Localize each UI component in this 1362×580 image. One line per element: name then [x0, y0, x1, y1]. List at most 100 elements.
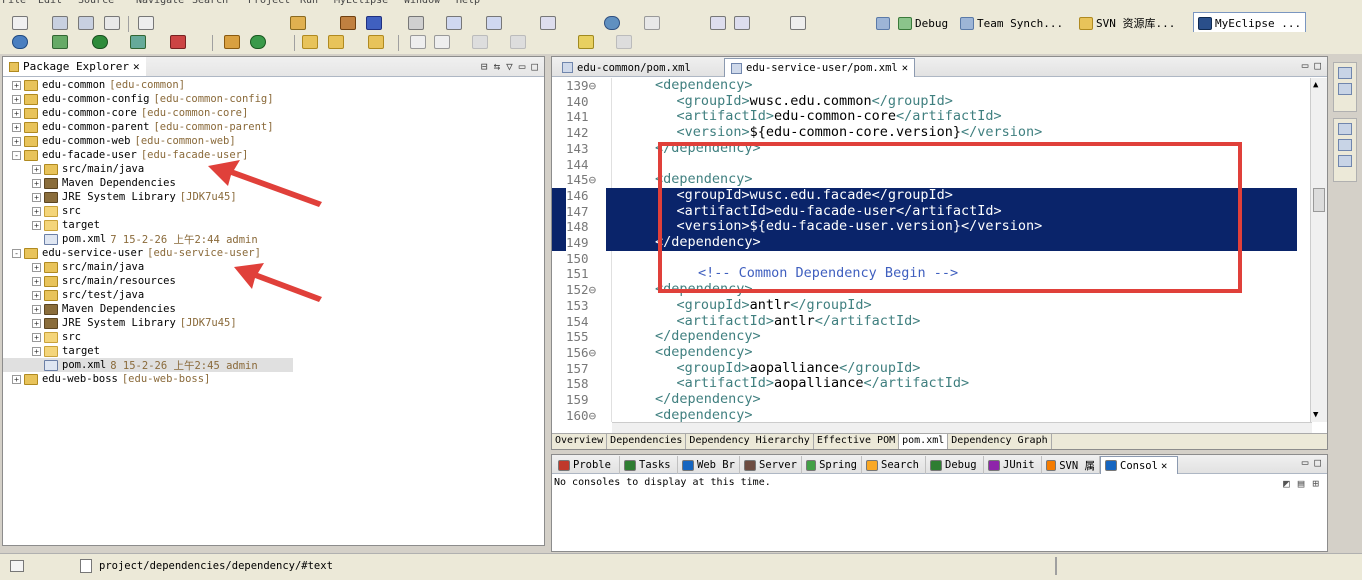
editor-tab-service-pom[interactable]: edu-service-user/pom.xml ✕ — [724, 58, 916, 77]
tree-item[interactable]: + target — [3, 218, 544, 232]
tree-item[interactable]: + JRE System Library [JDK7u45] — [3, 316, 544, 330]
expand-toggle-icon[interactable]: + — [32, 276, 41, 286]
pom-tab-dependency-hierarchy[interactable]: Dependency Hierarchy — [686, 434, 814, 449]
expand-toggle-icon[interactable]: + — [12, 80, 21, 90]
tree-item[interactable]: + edu-common-config [edu-common-config] — [3, 92, 544, 106]
scroll-up-icon[interactable]: ▲ — [1313, 80, 1318, 90]
restore-icon[interactable] — [1338, 67, 1352, 79]
task-icon[interactable] — [368, 35, 384, 49]
pom-tab-dependencies[interactable]: Dependencies — [607, 434, 687, 449]
minimize-icon[interactable]: ▭ — [519, 60, 526, 73]
collapse-all-icon[interactable]: ⊟ — [481, 60, 488, 73]
properties-icon[interactable] — [1338, 139, 1352, 151]
collapse-toggle-icon[interactable]: - — [12, 248, 21, 258]
pom-tab-dependency-graph[interactable]: Dependency Graph — [948, 434, 1052, 449]
close-icon[interactable]: ✕ — [902, 62, 908, 74]
panel-tab-8[interactable]: SVN 属 — [1042, 456, 1100, 474]
menu-window[interactable]: Window — [404, 0, 440, 6]
save-all-icon[interactable] — [78, 16, 94, 30]
run-config-icon[interactable] — [734, 16, 750, 30]
maximize-icon[interactable]: □ — [1314, 59, 1321, 72]
panel-tab-3[interactable]: Server — [740, 456, 802, 474]
tree-item[interactable]: + edu-common-web [edu-common-web] — [3, 134, 544, 148]
toggle-mark-icon[interactable] — [410, 35, 426, 49]
globe-icon[interactable] — [604, 16, 620, 30]
tree-item[interactable]: pom.xml 7 15-2-26 上午2:44 admin — [3, 232, 544, 246]
expand-toggle-icon[interactable]: + — [32, 290, 41, 300]
clear-console-icon[interactable]: ◩ — [1283, 477, 1290, 490]
expand-toggle-icon[interactable]: + — [12, 374, 21, 384]
panel-tab-7[interactable]: JUnit — [984, 456, 1042, 474]
menu-myeclipse[interactable]: MyEclipse — [334, 0, 388, 6]
fast-view-icon[interactable] — [10, 560, 24, 572]
outline-icon[interactable] — [1338, 83, 1352, 95]
menu-edit[interactable]: Edit — [38, 0, 62, 6]
menu-file[interactable]: File — [2, 0, 26, 6]
binary-icon[interactable] — [138, 16, 154, 30]
scroll-thumb[interactable] — [1313, 188, 1325, 212]
pom-tab-effective-pom[interactable]: Effective POM — [814, 434, 900, 449]
pom-tab-overview[interactable]: Overview — [552, 434, 608, 449]
open-folder-icon[interactable] — [302, 35, 318, 49]
panel-tab-2[interactable]: Web Br — [678, 456, 740, 474]
expand-toggle-icon[interactable]: + — [32, 220, 41, 230]
menu-run[interactable]: Run — [300, 0, 318, 6]
restore-icon[interactable] — [1338, 123, 1352, 135]
tree-item[interactable]: + edu-common-core [edu-common-core] — [3, 106, 544, 120]
expand-toggle-icon[interactable]: + — [32, 332, 41, 342]
package-icon[interactable] — [340, 16, 356, 30]
view-menu-icon[interactable]: ▽ — [506, 60, 513, 73]
panel-tab-5[interactable]: Search — [862, 456, 926, 474]
tree-item[interactable]: + edu-common [edu-common] — [3, 78, 544, 92]
expand-toggle-icon[interactable]: + — [32, 262, 41, 272]
display-console-icon[interactable]: ▤ — [1298, 477, 1305, 490]
print-icon[interactable] — [104, 16, 120, 30]
menu-source[interactable]: Source — [78, 0, 114, 6]
external-run-icon[interactable] — [170, 35, 186, 49]
expand-toggle-icon[interactable]: + — [12, 108, 21, 118]
expand-toggle-icon[interactable]: + — [32, 346, 41, 356]
server-icon[interactable] — [408, 16, 424, 30]
class-icon[interactable] — [366, 16, 382, 30]
minimize-icon[interactable]: ▭ — [1302, 456, 1309, 469]
link-editor-icon[interactable]: ⇆ — [494, 60, 501, 73]
servers-icon[interactable] — [1338, 155, 1352, 167]
save-icon[interactable] — [52, 16, 68, 30]
window-icon[interactable] — [790, 16, 806, 30]
expand-toggle-icon[interactable]: + — [32, 178, 41, 188]
web-icon[interactable] — [540, 16, 556, 30]
perspective-debug[interactable]: Debug — [894, 12, 952, 34]
perspective-svn[interactable]: SVN 资源库... — [1075, 12, 1179, 34]
collapse-toggle-icon[interactable]: - — [12, 150, 21, 160]
panel-tab-9[interactable]: Consol ✕ — [1100, 456, 1178, 474]
tree-item[interactable]: + src — [3, 330, 544, 344]
tree-item[interactable]: + edu-common-parent [edu-common-parent] — [3, 120, 544, 134]
prev-annotation-icon[interactable] — [510, 35, 526, 49]
coverage-icon[interactable] — [130, 35, 146, 49]
panel-tab-0[interactable]: Proble — [554, 456, 620, 474]
menu-navigate[interactable]: Navigate — [136, 0, 184, 6]
next-annotation-icon[interactable] — [472, 35, 488, 49]
scroll-down-icon[interactable]: ▼ — [1313, 410, 1318, 420]
debug-run-icon[interactable] — [52, 35, 68, 49]
pen-icon[interactable] — [328, 35, 344, 49]
editor-tab-common-pom[interactable]: edu-common/pom.xml — [556, 58, 697, 77]
package-explorer-tab[interactable]: Package Explorer ✕ — [3, 57, 146, 76]
forward-icon[interactable] — [616, 35, 632, 49]
annotation-icon[interactable] — [434, 35, 450, 49]
new-package-icon[interactable] — [224, 35, 240, 49]
menu-project[interactable]: Project — [248, 0, 290, 6]
vertical-scrollbar[interactable]: ▲ ▼ — [1310, 78, 1327, 422]
tree-item[interactable]: pom.xml 8 15-2-26 上午2:45 admin — [3, 358, 293, 372]
menu-search[interactable]: Search — [192, 0, 228, 6]
new-icon[interactable] — [12, 16, 28, 30]
perspective-myeclipse[interactable]: MyEclipse ... — [1193, 12, 1307, 34]
panel-tab-6[interactable]: Debug — [926, 456, 984, 474]
perspective-open[interactable] — [872, 12, 894, 34]
expand-toggle-icon[interactable]: + — [32, 192, 41, 202]
panel-tab-4[interactable]: Spring — [802, 456, 862, 474]
nav-icon[interactable] — [644, 16, 660, 30]
expand-toggle-icon[interactable]: + — [32, 304, 41, 314]
menu-help[interactable]: Help — [456, 0, 480, 6]
expand-toggle-icon[interactable]: + — [32, 164, 41, 174]
